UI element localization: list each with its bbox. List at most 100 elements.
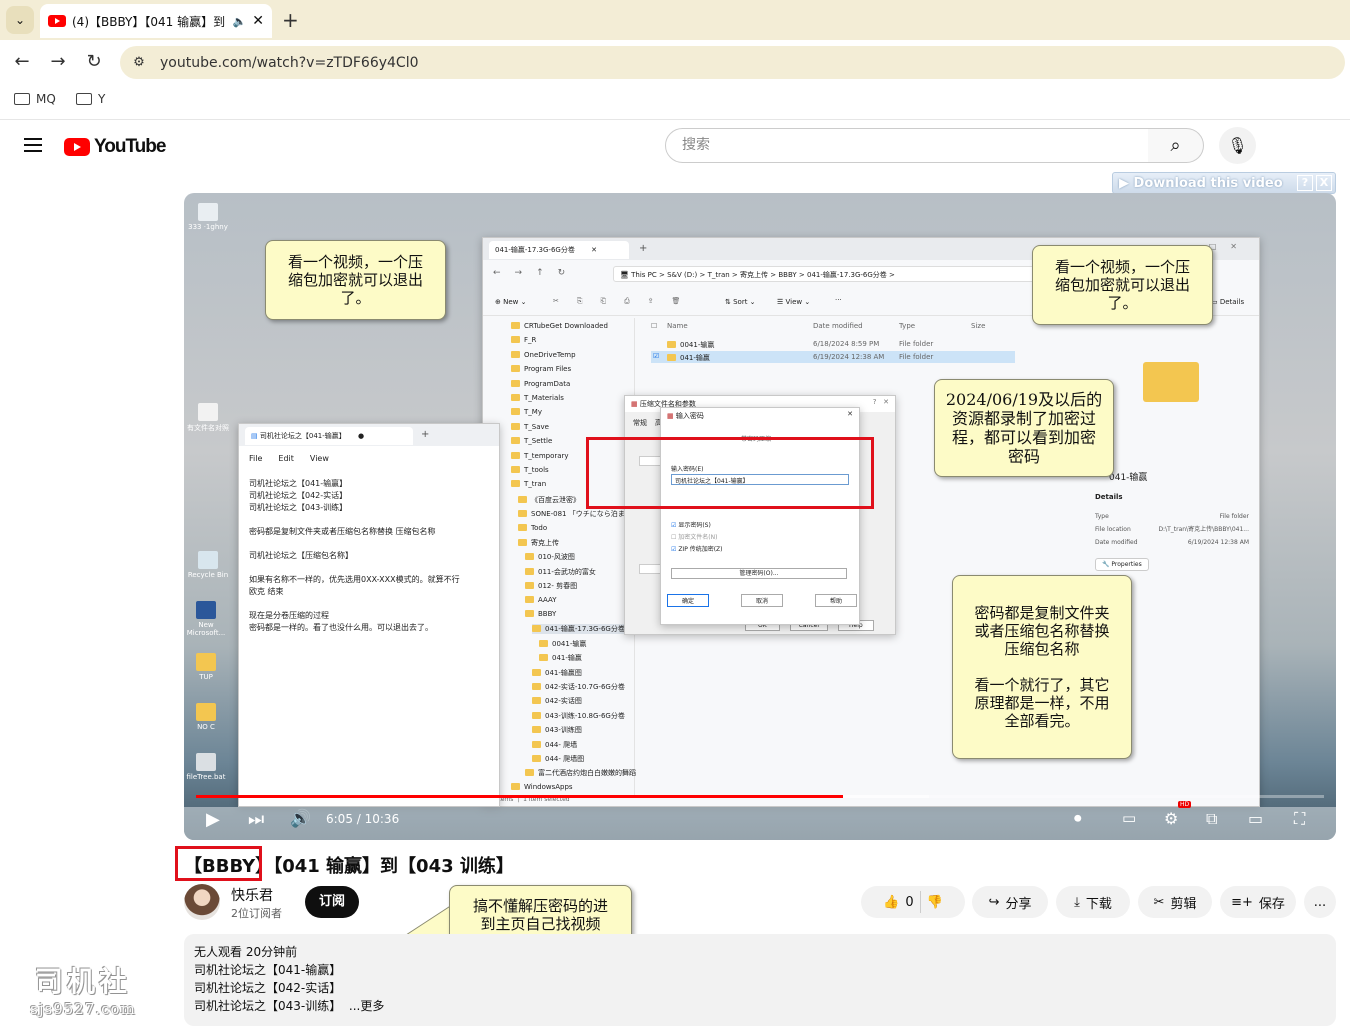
speaker-icon[interactable]: 🔈 <box>233 15 247 28</box>
description-line: 司机社论坛之【043-训练】 <box>194 999 342 1013</box>
notepad-window: ▤ 司机社论坛之【041-输赢】 ● + File Edit View 司机社论坛之… <box>238 423 500 807</box>
forward-arrow-icon[interactable]: → <box>46 50 70 74</box>
share-button[interactable]: ↪ 分享 <box>972 886 1048 918</box>
annotation-note: 2024/06/19及以后的 资源都录制了加密过 程，都可以看到加密 密码 <box>934 379 1114 477</box>
tree-item: T_Settle <box>511 437 552 445</box>
progress-played <box>196 795 844 798</box>
time-display: 6:05 / 10:36 <box>326 812 400 826</box>
more-actions-button[interactable]: ... <box>1304 886 1336 918</box>
more-icon: ... <box>1313 894 1327 910</box>
back-arrow-icon[interactable]: ← <box>10 50 34 74</box>
settings-gear-icon[interactable]: ⚙ <box>1164 809 1178 828</box>
autoplay-toggle[interactable]: ⏺ <box>1074 809 1082 827</box>
youtube-logo[interactable]: YouTube <box>64 136 166 158</box>
close-tab-icon[interactable]: ✕ <box>252 13 264 29</box>
details-name: 041-输赢 <box>1109 473 1148 483</box>
like-count: 0 <box>905 894 914 910</box>
browser-tab[interactable]: (4)【BBBY】【041 输赢】到【 🔈 ✕ <box>40 4 272 38</box>
tab-title: (4)【BBBY】【041 输赢】到【 <box>72 14 227 29</box>
volume-icon[interactable]: 🔊 <box>290 809 311 829</box>
tree-item: OneDriveTemp <box>511 351 576 359</box>
notepad-text: 司机社论坛之【041-输赢】 司机社论坛之【042-实话】 司机社论坛之【043… <box>249 479 460 632</box>
annotation-note: 看一个视频，一个压 缩包加密就可以退出 了。 <box>265 240 446 320</box>
new-button: ⊕ New ⌄ <box>495 298 527 306</box>
download-video-label[interactable]: ▶ Download this video <box>1113 176 1297 191</box>
microphone-icon: 🎙 <box>1227 136 1248 155</box>
title-highlight-box <box>175 846 262 881</box>
voice-search-button[interactable]: 🎙 <box>1219 127 1256 164</box>
subscriber-count: 2位订阅者 <box>231 907 282 920</box>
next-icon[interactable]: ⏭ <box>248 809 264 830</box>
search-input[interactable]: 搜索 <box>665 128 1149 163</box>
tree-item: F_R <box>511 336 536 344</box>
bookmark-label: Y <box>98 92 106 106</box>
channel-name[interactable]: 快乐君 <box>231 885 273 905</box>
new-tab-icon: + <box>639 243 648 254</box>
youtube-play-icon <box>64 138 90 156</box>
explorer-tab: 041-输赢-17.3G-6G分卷 ✕ <box>489 241 629 259</box>
search-button[interactable]: ⌕ <box>1148 128 1204 163</box>
progress-bar[interactable] <box>196 795 1324 798</box>
save-button[interactable]: ≡+ 保存 <box>1220 886 1296 918</box>
menu-icon[interactable] <box>24 138 42 152</box>
logo-text: YouTube <box>94 136 166 157</box>
folder-icon <box>76 93 92 105</box>
theater-mode-icon[interactable]: ▭ <box>1248 809 1263 828</box>
command-icons: ✂⎘⎗⎙⇪🗑 <box>553 297 699 305</box>
tree-item: 041-输赢 <box>539 653 582 663</box>
desktop-icon: 有文件名对照 <box>186 403 230 433</box>
thumbs-up-icon: 👍 <box>883 894 900 910</box>
file-row: 0041-输赢 6/18/2024 8:59 PM File folder <box>651 338 1015 350</box>
address-bar[interactable]: ⚙ youtube.com/watch?v=zTDF66y4Cl0 <box>120 46 1345 79</box>
hd-badge: HD <box>1178 801 1192 808</box>
youtube-favicon-icon <box>48 15 66 27</box>
watermark-line: sjs9527.com <box>30 1000 136 1018</box>
details-header: Details <box>1095 493 1123 501</box>
annotation-note: 看一个视频，一个压 缩包加密就可以退出 了。 <box>1032 245 1213 325</box>
play-icon[interactable]: ▶ <box>206 809 220 830</box>
dislike-button[interactable]: 👎 <box>927 895 943 910</box>
batch-file-icon: fileTree.bat <box>184 753 228 781</box>
help-icon[interactable]: ? <box>1297 175 1313 191</box>
add-to-playlist-icon: ≡+ <box>1231 894 1253 910</box>
description-box[interactable]: 无人观看 20分钟前 司机社论坛之【041-输赢】 司机社论坛之【042-实话】… <box>184 934 1336 1026</box>
new-tab-button[interactable]: + <box>282 8 299 32</box>
recycle-bin-icon: Recycle Bin <box>186 551 230 579</box>
bookmark-folder-y[interactable]: Y <box>76 92 105 106</box>
tree-item: 044- 爬墙图 <box>532 754 584 764</box>
subtitles-icon[interactable]: ▭ <box>1122 809 1136 827</box>
folder-icon: TUP <box>184 653 228 681</box>
clip-button[interactable]: ✂ 剪辑 <box>1138 886 1212 918</box>
manage-passwords-button: 管理密码(O)... <box>671 568 847 579</box>
notepad-tab: ▤ 司机社论坛之【041-输赢】 ● <box>245 427 413 445</box>
avatar[interactable] <box>184 884 220 920</box>
folder-icon: NO C <box>184 703 228 731</box>
fullscreen-icon[interactable]: ⛶ <box>1294 809 1305 829</box>
like-button[interactable]: 👍 0 <box>883 895 913 910</box>
tree-item: CRTubeGet Downloaded <box>511 322 608 330</box>
tree-item: 042-实话图 <box>532 696 582 706</box>
download-button[interactable]: ⤓ 下载 <box>1056 886 1130 918</box>
properties-button: 🔧 Properties <box>1095 558 1149 571</box>
file-row-selected: ☑ 041-输赢 6/19/2024 12:38 AM File folder <box>651 351 1015 363</box>
tree-item: T_Materials <box>511 394 564 402</box>
navigation-pane: CRTubeGet Downloaded F_R OneDriveTemp Progr… <box>483 318 672 796</box>
tree-item: BBBY <box>525 610 556 618</box>
download-video-bar[interactable]: ▶ Download this video ? X <box>1112 172 1336 194</box>
view-meta: 无人观看 20分钟前 <box>194 945 298 959</box>
sort-button: ⇅ Sort ⌄ <box>725 298 756 306</box>
annotation-note: 密码都是复制文件夹 或者压缩包名称替换 压缩包名称 看一个就行了，其它 原理都是… <box>952 575 1132 759</box>
show-more-link[interactable]: ...更多 <box>349 999 384 1013</box>
miniplayer-icon[interactable]: ⧉ <box>1206 809 1217 829</box>
password-dialog-title: ▦ 输入密码 ✕ <box>667 410 853 420</box>
close-icon[interactable]: X <box>1316 175 1332 191</box>
site-info-icon[interactable]: ⚙ <box>128 52 150 74</box>
tree-item: Program Files <box>511 365 571 373</box>
bookmark-folder-mq[interactable]: MQ <box>14 92 56 106</box>
url-text[interactable]: youtube.com/watch?v=zTDF66y4Cl0 <box>160 55 419 71</box>
reload-icon[interactable]: ↻ <box>82 50 106 74</box>
browser-toolbar: ← → ↻ ⚙ youtube.com/watch?v=zTDF66y4Cl0 <box>0 40 1350 84</box>
tab-search-button[interactable]: ⌄ <box>6 6 34 34</box>
subscribe-button[interactable]: 订阅 <box>305 886 359 918</box>
video-player[interactable]: 333 ·1ghny 有文件名对照 Recycle Bin New Micros… <box>184 193 1336 840</box>
